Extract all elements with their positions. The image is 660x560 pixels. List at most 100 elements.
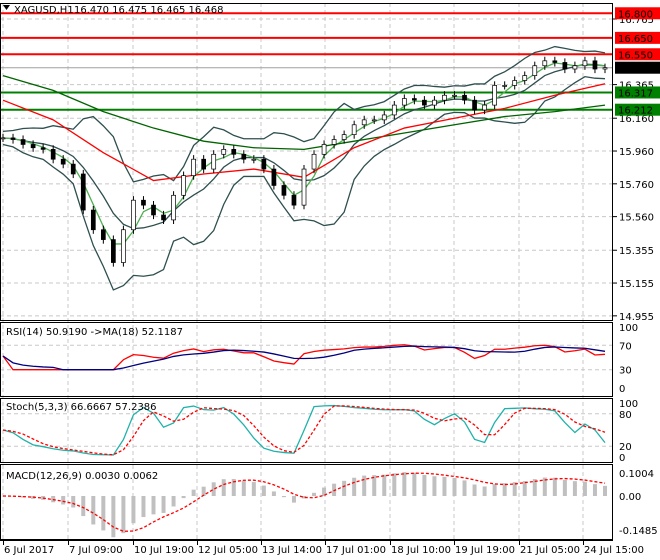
macd-histogram-bar bbox=[312, 492, 317, 496]
candle-body bbox=[281, 185, 287, 196]
time-tick-label: 18 Jul 10:00 bbox=[391, 545, 451, 556]
candle-body bbox=[391, 104, 397, 116]
time-tick-label: 6 Jul 2017 bbox=[4, 545, 54, 556]
candle-body bbox=[311, 153, 317, 170]
rsi-tick-label: 70 bbox=[619, 341, 632, 352]
candle-body bbox=[341, 134, 347, 140]
candle-body bbox=[592, 60, 598, 70]
macd-histogram-bar bbox=[141, 496, 146, 518]
macd-histogram-bar bbox=[482, 486, 487, 496]
macd-histogram-bar bbox=[221, 479, 226, 496]
macd-histogram-bar bbox=[191, 489, 196, 496]
candle-body bbox=[422, 99, 427, 106]
main-frame bbox=[0, 3, 613, 321]
time-tick-label: 12 Jul 05:00 bbox=[198, 545, 258, 556]
time-tick-label: 7 Jul 09:00 bbox=[69, 545, 123, 556]
macd-histogram-bar bbox=[251, 482, 256, 496]
level-tag-label: 16.468 bbox=[618, 64, 653, 75]
candle-body bbox=[572, 65, 578, 70]
time-tick-label: 24 Jul 15:00 bbox=[584, 545, 644, 556]
candle-body bbox=[151, 204, 156, 216]
rsi-tick-label: 0 bbox=[619, 384, 625, 395]
candle-body bbox=[271, 168, 277, 186]
macd-histogram-bar bbox=[603, 485, 607, 496]
candle-body bbox=[141, 199, 146, 206]
candle-body bbox=[90, 209, 96, 231]
macd-histogram-bar bbox=[291, 496, 296, 503]
price-panel bbox=[0, 12, 612, 291]
candle-body bbox=[191, 158, 196, 176]
candle-body bbox=[221, 149, 227, 155]
candle-body bbox=[100, 229, 106, 240]
price-tick-label: 14.955 bbox=[619, 312, 654, 323]
macd-histogram-bar bbox=[121, 496, 126, 534]
macd-histogram-bar bbox=[472, 484, 477, 496]
macd-histogram-bar bbox=[432, 476, 437, 496]
dropdown-triangle-icon[interactable] bbox=[3, 5, 10, 10]
candle-body bbox=[602, 67, 608, 70]
macd-histogram-bar bbox=[81, 496, 86, 517]
stoch-tick-label: 80 bbox=[619, 410, 632, 421]
candle-body bbox=[381, 114, 387, 121]
rsi-title: RSI(14) 50.9190 ->MA(18) 52.1187 bbox=[6, 327, 183, 338]
macd-histogram-bar bbox=[131, 496, 136, 524]
macd-histogram-bar bbox=[71, 496, 76, 508]
macd-histogram-bar bbox=[281, 496, 286, 498]
candle-body bbox=[442, 94, 447, 101]
macd-histogram-bar bbox=[382, 474, 387, 496]
candle-body bbox=[241, 153, 247, 160]
price-tick-label: 15.760 bbox=[619, 180, 654, 191]
macd-tick-label: -0.1485 bbox=[619, 526, 658, 537]
candle-body bbox=[492, 85, 497, 106]
macd-histogram-bar bbox=[362, 475, 367, 496]
candle-body bbox=[361, 119, 367, 126]
candle-body bbox=[321, 144, 327, 155]
candle-body bbox=[60, 158, 66, 165]
candle-body bbox=[111, 239, 116, 263]
candle-body bbox=[70, 163, 76, 175]
candle-body bbox=[161, 214, 166, 221]
level-tag-label: 16.317 bbox=[618, 88, 653, 99]
symbol-label: XAGUSD,H1 bbox=[14, 5, 74, 16]
candle-body bbox=[10, 137, 16, 140]
chart-canvas[interactable]: 16.76516.36516.16015.96015.76015.56015.3… bbox=[0, 0, 660, 560]
time-tick-label: 13 Jul 14:00 bbox=[262, 545, 322, 556]
grid bbox=[0, 3, 612, 539]
candle-body bbox=[371, 119, 377, 122]
candle-body bbox=[40, 147, 46, 150]
rsi-ma-line bbox=[2, 345, 606, 371]
rsi-line bbox=[2, 344, 606, 371]
time-tick-label: 21 Jul 05:00 bbox=[520, 545, 580, 556]
macd-histogram-bar bbox=[61, 496, 66, 505]
candle-body bbox=[20, 139, 26, 145]
candle-body bbox=[351, 124, 357, 135]
ohlc-readout: 16.470 16.475 16.465 16.468 bbox=[74, 5, 224, 16]
candle-body bbox=[432, 99, 437, 106]
macd-histogram-bar bbox=[181, 496, 186, 499]
candle-body bbox=[552, 60, 558, 63]
candle-body bbox=[502, 85, 508, 87]
stoch-tick-label: 20 bbox=[619, 442, 632, 453]
chart-window[interactable]: 16.765 16.365 16.160 15.960 15.760 15.560 15.3… bbox=[0, 0, 660, 560]
macd-histogram-bar bbox=[442, 476, 447, 496]
candle-body bbox=[131, 199, 136, 231]
candle-body bbox=[291, 194, 297, 206]
candle-body bbox=[412, 98, 417, 101]
candle-body bbox=[462, 94, 467, 101]
macd-histogram-bar bbox=[111, 496, 116, 538]
candle-body bbox=[121, 229, 126, 263]
candle-body bbox=[171, 194, 176, 221]
time-tick-label: 17 Jul 01:00 bbox=[326, 545, 386, 556]
candle-body bbox=[542, 60, 548, 67]
candle-body bbox=[251, 158, 257, 161]
stoch-tick-label: 100 bbox=[619, 399, 638, 410]
candle-body bbox=[181, 175, 186, 196]
time-tick-label: 10 Jul 19:00 bbox=[134, 545, 194, 556]
stoch-tick-label: 0 bbox=[619, 453, 625, 464]
candle-body bbox=[482, 104, 487, 111]
macd-histogram-bar bbox=[552, 477, 557, 496]
price-tick-label: 15.155 bbox=[619, 279, 654, 290]
candle-body bbox=[401, 98, 407, 106]
macd-histogram-bar bbox=[562, 479, 567, 496]
macd-histogram-bar bbox=[412, 472, 417, 496]
